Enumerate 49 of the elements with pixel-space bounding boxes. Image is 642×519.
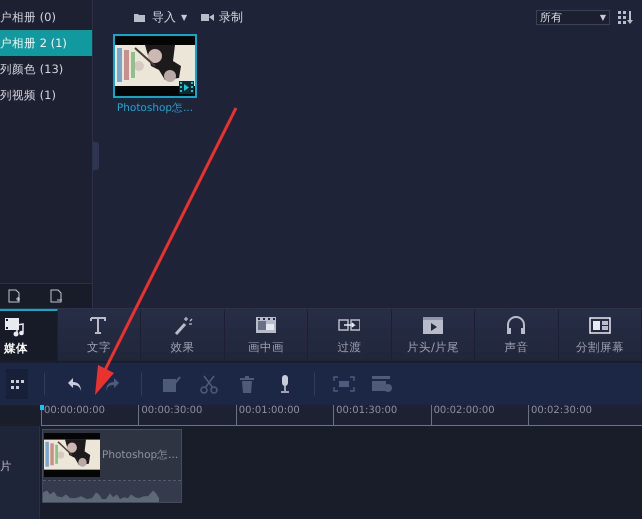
album-item[interactable]: 户相册 2 (1) [0,30,92,56]
album-item[interactable]: 户相册 (0) [0,4,92,30]
picture-in-picture-icon [255,315,278,336]
tab[interactable]: 效果 [141,309,225,361]
ruler-label: 00:00:30:00 [138,405,236,425]
toolbar-button[interactable] [6,369,28,399]
sort-icon[interactable] [618,10,634,24]
playhead-marker[interactable] [40,405,44,410]
fit-to-window-icon [333,376,355,392]
split-screen-icon [588,315,611,336]
ruler-label: 00:01:00:00 [236,405,334,425]
video-clip[interactable]: Photoshop怎... [42,429,182,503]
microphone-icon [279,375,291,393]
add-file-icon[interactable] [8,289,20,303]
tab[interactable]: 媒体 [0,309,58,361]
folder-icon [133,12,147,22]
caret-icon: ▼ [181,12,188,22]
redo-icon [104,376,120,392]
track-label: 片 [0,426,40,519]
media-icon [4,316,26,337]
album-item[interactable]: 列颜色 (13) [0,56,92,82]
camera-icon [201,12,214,22]
ruler-label: 00:01:30:00 [333,405,431,425]
tab[interactable]: 过渡 [308,309,392,361]
ruler-label: 00:02:30:00 [528,405,626,425]
scissors-icon [200,374,218,394]
record-button[interactable]: 录制 [201,8,244,26]
edit-clip-icon [162,375,180,393]
collapse-handle[interactable] [93,142,99,170]
grid-icon [10,380,24,388]
tab[interactable]: 分割屏幕 [558,309,642,361]
trash-icon [240,376,254,392]
caret-icon: ▼ [600,12,606,22]
clip-title: Photoshop怎... [102,448,178,462]
tab[interactable]: 文字 [58,309,142,361]
clapperboard-icon [422,315,444,336]
album-item[interactable]: 列视频 (1) [0,82,92,108]
filter-dropdown[interactable]: 所有 ▼ [536,10,610,24]
import-button[interactable]: 导入 ▼ [133,8,188,26]
undo-icon [66,376,82,392]
video-badge-icon [179,81,194,94]
ruler-label: 00:02:00:00 [430,405,528,425]
track-settings-icon [372,375,392,393]
remove-file-icon[interactable] [50,289,62,303]
tab[interactable]: 画中画 [224,309,308,361]
headphones-icon [505,315,528,336]
tab[interactable]: 片头/片尾 [392,309,476,361]
media-caption: Photoshop怎... [116,101,194,115]
tab[interactable]: 声音 [475,309,559,361]
